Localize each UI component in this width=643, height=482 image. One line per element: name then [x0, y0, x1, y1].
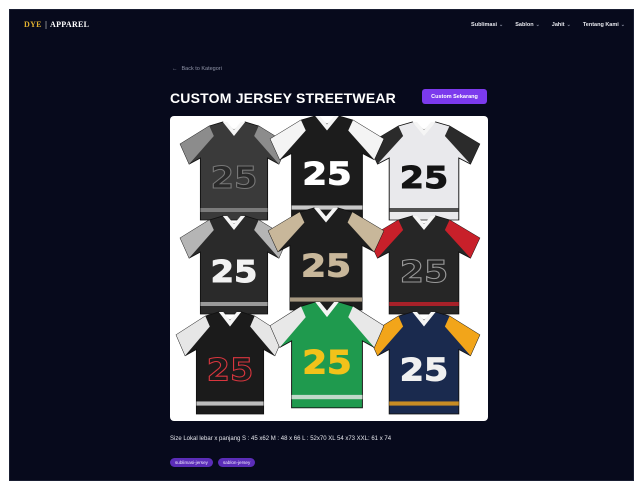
brand-separator: | [45, 20, 48, 29]
nav-item-label: Sublimasi [471, 22, 498, 28]
jersey-collage-image: 25 25 25 25 25 25 25 25 25 [175, 116, 481, 415]
jersey-number: 25 [211, 254, 258, 290]
back-link-label: Back to Kategori [181, 66, 222, 72]
jersey-2: 25 [269, 116, 385, 219]
jersey-1: 25 [179, 121, 289, 221]
nav-item-label: Tentang Kami [582, 22, 619, 28]
size-chart-text: Size Lokal lebar x panjang S : 45 x62 M … [170, 436, 392, 442]
nav-item-label: Sablon [515, 22, 534, 28]
jersey-3: 25 [367, 121, 481, 221]
back-to-category-link[interactable]: ← Back to Kategori [172, 66, 222, 72]
jersey-number: 25 [211, 160, 258, 196]
product-image: 25 25 25 25 25 25 25 25 25 [170, 116, 488, 421]
jersey-number: 25 [301, 248, 351, 284]
chevron-down-icon: ⌄ [499, 21, 504, 28]
tag-list: sublimasi-jersey sablon-jersey [170, 458, 256, 467]
jersey-6: 25 [367, 215, 481, 315]
tag-sablon-jersey[interactable]: sablon-jersey [217, 458, 256, 467]
brand-part1: DYE [24, 20, 42, 29]
jersey-number: 25 [302, 345, 351, 382]
jersey-5: 25 [267, 207, 385, 311]
tag-sublimasi-jersey[interactable]: sublimasi-jersey [170, 458, 213, 467]
page-title: CUSTOM JERSEY STREETWEAR [170, 90, 396, 106]
nav-item-label: Jahit [551, 22, 565, 28]
nav-item-tentang-kami[interactable]: Tentang Kami ⌄ [583, 22, 625, 28]
custom-now-button[interactable]: Custom Sekarang [422, 89, 487, 104]
nav-item-sublimasi[interactable]: Sublimasi ⌄ [471, 22, 503, 28]
chevron-down-icon: ⌄ [535, 21, 540, 28]
jersey-7: 25 [175, 311, 285, 415]
jersey-8: 25 [269, 301, 385, 409]
jersey-number: 25 [207, 352, 254, 389]
jersey-number: 25 [400, 351, 448, 388]
nav-item-jahit[interactable]: Jahit ⌄ [552, 22, 571, 28]
brand-logo[interactable]: DYE | APPAREL [24, 20, 89, 29]
top-navbar: DYE | APPAREL Sublimasi ⌄ Sablon ⌄ Jahit… [10, 10, 633, 42]
nav-item-sablon[interactable]: Sablon ⌄ [515, 22, 540, 28]
jersey-number: 25 [400, 254, 448, 289]
arrow-left-icon: ← [172, 66, 178, 72]
jersey-number: 25 [400, 160, 448, 195]
jersey-number: 25 [302, 156, 351, 192]
jersey-9: 25 [367, 311, 481, 415]
brand-part2: APPAREL [50, 20, 90, 29]
chevron-down-icon: ⌄ [566, 21, 571, 28]
app-window: DYE | APPAREL Sublimasi ⌄ Sablon ⌄ Jahit… [9, 9, 634, 481]
chevron-down-icon: ⌄ [620, 21, 625, 28]
main-menu: Sublimasi ⌄ Sablon ⌄ Jahit ⌄ Tentang Kam… [471, 22, 625, 28]
